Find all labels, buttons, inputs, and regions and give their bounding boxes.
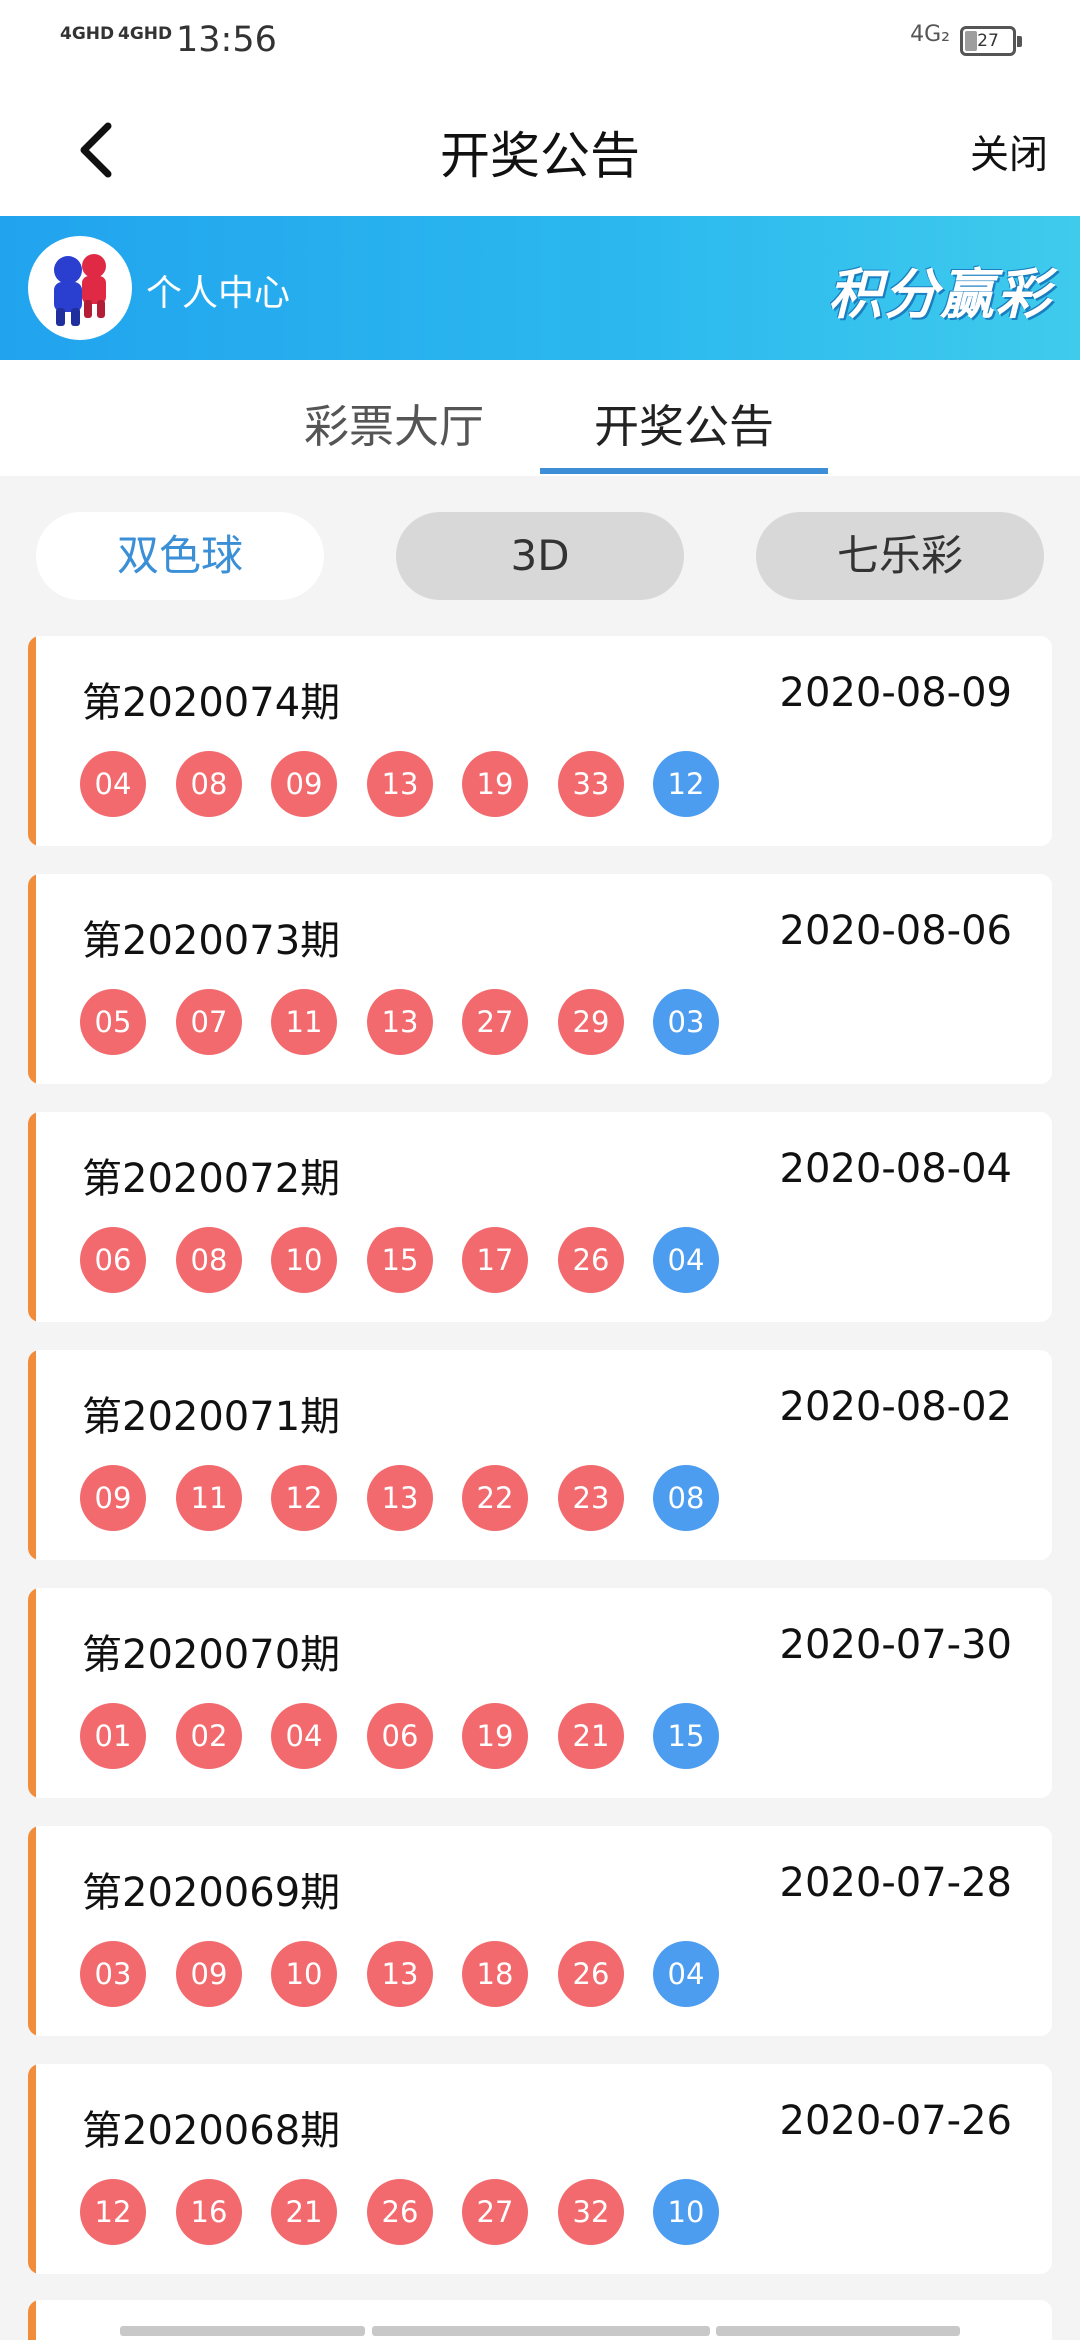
draw-card[interactable]: 第2020072期 2020-08-04 06 08 10 15 17 26 04	[28, 1112, 1052, 1322]
red-ball: 01	[80, 1703, 146, 1769]
personal-center-banner[interactable]: 个人中心 积分赢彩	[0, 216, 1080, 360]
red-ball: 22	[462, 1465, 528, 1531]
draw-date: 2020-07-28	[779, 1860, 1012, 1906]
category-3d[interactable]: 3D	[396, 512, 684, 600]
red-ball: 27	[462, 989, 528, 1055]
draw-card[interactable]: 第2020074期 2020-08-09 04 08 09 13 19 33 12	[28, 636, 1052, 846]
red-ball: 12	[271, 1465, 337, 1531]
scroll-hint	[372, 2326, 710, 2336]
red-ball: 13	[367, 989, 433, 1055]
network-indicator: 4G₂	[910, 22, 950, 47]
red-ball: 19	[462, 1703, 528, 1769]
blue-ball: 10	[653, 2179, 719, 2245]
red-ball: 10	[271, 1941, 337, 2007]
red-ball: 09	[271, 751, 337, 817]
red-ball: 03	[80, 1941, 146, 2007]
blue-ball: 03	[653, 989, 719, 1055]
red-ball: 33	[558, 751, 624, 817]
draw-card[interactable]: 第2020069期 2020-07-28 03 09 10 13 18 26 04	[28, 1826, 1052, 2036]
red-ball: 21	[558, 1703, 624, 1769]
red-ball: 12	[80, 2179, 146, 2245]
red-ball: 13	[367, 751, 433, 817]
red-ball: 16	[176, 2179, 242, 2245]
signal-indicator-2: 4GHD	[118, 24, 172, 44]
red-ball: 23	[558, 1465, 624, 1531]
active-tab-indicator	[540, 468, 828, 474]
blue-ball: 15	[653, 1703, 719, 1769]
tab-draw-announcement[interactable]: 开奖公告	[594, 390, 774, 455]
red-ball: 04	[80, 751, 146, 817]
blue-ball: 04	[653, 1227, 719, 1293]
draw-issue: 第2020068期	[82, 2108, 341, 2154]
scroll-hint	[716, 2326, 960, 2336]
draw-date: 2020-07-26	[779, 2098, 1012, 2144]
draw-card[interactable]: 第2020071期 2020-08-02 09 11 12 13 22 23 08	[28, 1350, 1052, 1560]
red-ball: 07	[176, 989, 242, 1055]
red-ball: 29	[558, 989, 624, 1055]
draw-issue: 第2020070期	[82, 1632, 341, 1678]
draw-issue: 第2020072期	[82, 1156, 341, 1202]
red-ball: 11	[271, 989, 337, 1055]
red-ball: 18	[462, 1941, 528, 2007]
personal-center-label: 个人中心	[146, 273, 291, 314]
blue-ball: 08	[653, 1465, 719, 1531]
battery-level: 27	[977, 31, 999, 51]
red-ball: 19	[462, 751, 528, 817]
banner-slogan: 积分赢彩	[828, 263, 1052, 326]
red-ball: 26	[558, 1227, 624, 1293]
blue-ball: 04	[653, 1941, 719, 2007]
signal-label-2: 4GHD	[118, 24, 173, 44]
draw-issue: 第2020071期	[82, 1394, 341, 1440]
red-ball: 06	[367, 1703, 433, 1769]
tab-bar: 彩票大厅 开奖公告	[0, 360, 1080, 476]
red-ball: 06	[80, 1227, 146, 1293]
scroll-hint	[120, 2326, 365, 2336]
status-bar: 4GHD 4GHD 13:56 4G₂ 27	[0, 0, 1080, 84]
red-ball: 32	[558, 2179, 624, 2245]
page-title: 开奖公告	[440, 127, 640, 185]
nav-bar: 开奖公告 关闭	[0, 84, 1080, 216]
red-ball: 11	[176, 1465, 242, 1531]
draw-date: 2020-08-02	[779, 1384, 1012, 1430]
red-ball: 10	[271, 1227, 337, 1293]
close-button[interactable]: 关闭	[970, 124, 1048, 180]
draw-date: 2020-08-09	[779, 670, 1012, 716]
red-ball: 08	[176, 751, 242, 817]
red-ball: 21	[271, 2179, 337, 2245]
status-time: 13:56	[176, 20, 277, 60]
avatar[interactable]	[28, 236, 132, 340]
tab-lottery-hall[interactable]: 彩票大厅	[304, 390, 484, 455]
red-ball: 09	[176, 1941, 242, 2007]
draw-issue: 第2020074期	[82, 680, 341, 726]
signal-indicator-1: 4GHD	[60, 24, 114, 44]
blue-ball: 12	[653, 751, 719, 817]
draw-issue: 第2020073期	[82, 918, 341, 964]
red-ball: 08	[176, 1227, 242, 1293]
draw-card[interactable]: 第2020073期 2020-08-06 05 07 11 13 27 29 03	[28, 874, 1052, 1084]
red-ball: 26	[558, 1941, 624, 2007]
signal-label-1: 4GHD	[60, 24, 115, 44]
draw-card[interactable]: 第2020068期 2020-07-26 12 16 21 26 27 32 10	[28, 2064, 1052, 2274]
red-ball: 09	[80, 1465, 146, 1531]
battery-icon: 27	[960, 26, 1022, 56]
category-qilecai[interactable]: 七乐彩	[756, 512, 1044, 600]
red-ball: 02	[176, 1703, 242, 1769]
draw-card[interactable]: 第2020070期 2020-07-30 01 02 04 06 19 21 15	[28, 1588, 1052, 1798]
red-ball: 05	[80, 989, 146, 1055]
category-shuangseqiu[interactable]: 双色球	[36, 512, 324, 600]
red-ball: 15	[367, 1227, 433, 1293]
red-ball: 13	[367, 1465, 433, 1531]
red-ball: 26	[367, 2179, 433, 2245]
red-ball: 27	[462, 2179, 528, 2245]
draw-date: 2020-08-06	[779, 908, 1012, 954]
red-ball: 13	[367, 1941, 433, 2007]
red-ball: 04	[271, 1703, 337, 1769]
avatar-figures-icon	[54, 254, 106, 326]
red-ball: 17	[462, 1227, 528, 1293]
draw-date: 2020-07-30	[779, 1622, 1012, 1668]
draw-date: 2020-08-04	[779, 1146, 1012, 1192]
draw-issue: 第2020069期	[82, 1870, 341, 1916]
